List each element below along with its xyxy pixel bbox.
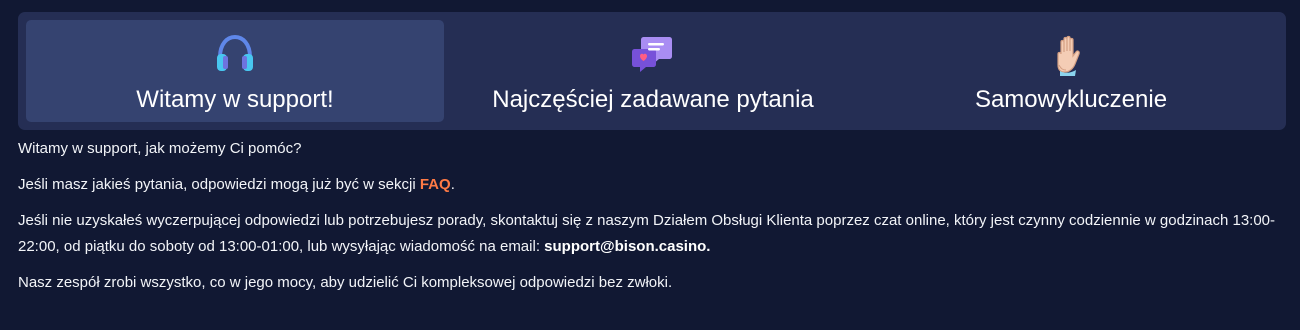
support-content: Witamy w support, jak możemy Ci pomóc? J… [18,136,1282,306]
faq-intro-text: Jeśli masz jakieś pytania, odpowiedzi mo… [18,176,420,193]
chat-bubbles-icon [631,32,675,76]
support-page: Witamy w support! Najczęściej zadawane p… [0,0,1300,330]
raised-hand-icon [1049,32,1093,76]
greeting-text: Witamy w support, jak możemy Ci pomóc? [18,140,302,157]
tab-faq-label: Najczęściej zadawane pytania [492,86,814,113]
faq-link[interactable]: FAQ [420,176,451,193]
support-email: support@bison.casino. [544,238,711,255]
headphones-icon [213,32,257,76]
tab-welcome-support-label: Witamy w support! [136,86,334,113]
faq-suffix-text: . [450,176,455,193]
contact-paragraph: Jeśli nie uzyskałeś wyczerpującej odpowi… [18,208,1282,260]
tab-welcome-support[interactable]: Witamy w support! [26,20,444,122]
tab-self-exclusion[interactable]: Samowykluczenie [862,20,1280,122]
closing-text: Nasz zespół zrobi wszystko, co w jego mo… [18,274,673,291]
tab-faq[interactable]: Najczęściej zadawane pytania [444,20,862,122]
faq-paragraph: Jeśli masz jakieś pytania, odpowiedzi mo… [18,172,1282,198]
support-tabs: Witamy w support! Najczęściej zadawane p… [18,12,1286,130]
tab-self-exclusion-label: Samowykluczenie [974,86,1168,113]
